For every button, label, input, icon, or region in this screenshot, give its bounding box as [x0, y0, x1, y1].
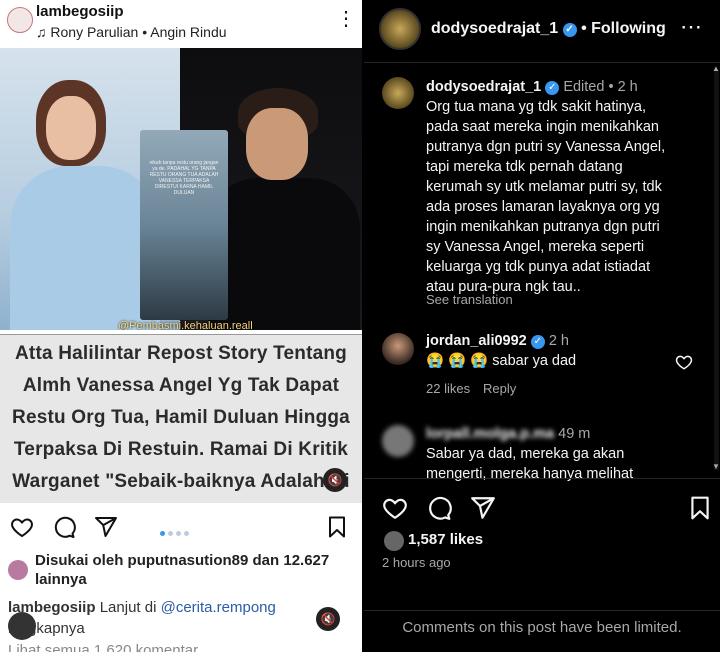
post-header: dodysoedrajat_1 ✓ • Following ⋯ — [364, 0, 720, 63]
view-all-comments[interactable]: Lihat semua 1.620 komentar — [8, 642, 198, 652]
story-text: nikah tanpa restu orang jangan ya de. PA… — [149, 160, 219, 196]
avatar[interactable] — [382, 77, 414, 109]
comment-line: keluarga yg tdk punya adat istiadat — [426, 259, 651, 275]
headline-line: Restu Org Tua, Hamil Duluan Hingga — [12, 407, 350, 428]
scroll-down-arrow-icon[interactable]: ▼ — [712, 462, 720, 471]
carousel-dots — [160, 523, 192, 541]
reply-username[interactable]: jordan_ali0992 — [426, 333, 527, 349]
mute-icon[interactable]: 🔇 — [323, 468, 347, 492]
comments-scrollbar[interactable] — [714, 70, 719, 470]
liker-avatar[interactable] — [8, 560, 28, 580]
story-screenshot — [140, 130, 228, 320]
divider — [364, 478, 720, 479]
post-image[interactable]: nikah tanpa restu orang jangan ya de. PA… — [0, 48, 362, 330]
comment-line: Org tua mana yg tdk sakit hatinya, — [426, 99, 647, 115]
comment-line: kerumah sy utk melamar putri sy, tdk — [426, 179, 662, 195]
reply-time: 49 m — [558, 426, 591, 442]
comment-like-heart-icon[interactable] — [675, 353, 693, 371]
avatar[interactable] — [7, 7, 33, 33]
reply-line: mengerti, mereka hanya melihat — [426, 466, 634, 482]
reply-line: Sabar ya dad, mereka ga akan — [426, 446, 625, 462]
carousel-dot — [184, 531, 189, 536]
more-options-icon[interactable]: ⋮ — [336, 6, 356, 31]
carousel-dot-active — [160, 531, 165, 536]
woman-figure-body — [10, 166, 160, 330]
verified-badge-icon: ✓ — [530, 335, 545, 349]
comment-line: ada proses lamaran layaknya org yg — [426, 199, 660, 215]
post-username[interactable]: lambegosiip — [36, 3, 124, 20]
carousel-dot — [176, 531, 181, 536]
music-label[interactable]: ♫ Rony Parulian • Angin Rindu — [36, 24, 227, 40]
comment-line: putranya dgn putri sy Vanessa Angel, — [426, 139, 666, 155]
caption-text: Lanjut di — [99, 599, 157, 616]
headline-line: Warganet "Sebaik-baiknya Adalah Di — [12, 471, 350, 492]
left-instagram-post: lambegosiip ♫ Rony Parulian • Angin Rind… — [0, 0, 362, 652]
comment-icon[interactable] — [52, 515, 76, 539]
comment-line: ingin menikahkan putranya dgn putri — [426, 219, 660, 235]
avatar[interactable] — [382, 333, 414, 365]
mute-icon[interactable]: 🔇 — [316, 607, 340, 631]
caption-mention-link[interactable]: @cerita.rempong — [161, 599, 276, 616]
liker-avatar[interactable] — [384, 531, 404, 551]
comment-line: sy Vanessa Angel, mereka seperti — [426, 239, 645, 255]
edited-label: Edited — [563, 79, 605, 95]
comment-icon[interactable] — [426, 495, 452, 521]
reply-emojis: 😭 😭 😭 — [426, 353, 489, 369]
likes-count[interactable]: 1,587 likes — [408, 531, 483, 548]
post-time: 2 hours ago — [382, 555, 451, 570]
image-watermark: @Pembasmi.kehaluan.reall — [118, 320, 253, 330]
comments-limited-bar: Comments on this post have been limited. — [364, 610, 720, 652]
see-translation-link[interactable]: See translation — [426, 292, 513, 307]
reply-text: sabar ya dad — [492, 353, 577, 369]
comments-limited-text: Comments on this post have been limited. — [402, 619, 682, 636]
reply-time: 2 h — [548, 333, 569, 349]
following-button[interactable]: Following — [591, 20, 666, 37]
caption: lambegosiip Lanjut di @cerita.rempong le… — [8, 597, 353, 639]
music-note-icon: ♫ — [36, 24, 47, 40]
header-user: dodysoedrajat_1 ✓ • Following — [431, 20, 666, 38]
reply-likes[interactable]: 22 likes — [426, 381, 470, 396]
headline-line: Atta Halilintar Repost Story Tentang — [15, 343, 347, 364]
reply-button[interactable]: Reply — [483, 381, 516, 396]
profile-circle-icon[interactable] — [8, 612, 36, 640]
main-comment: dodysoedrajat_1 ✓ Edited • 2 h Org tua m… — [426, 77, 711, 297]
man-figure-body — [208, 178, 360, 330]
music-title: Rony Parulian • Angin Rindu — [50, 24, 227, 40]
share-icon[interactable] — [470, 495, 496, 521]
scroll-up-arrow-icon[interactable]: ▲ — [712, 64, 720, 73]
right-instagram-post: dodysoedrajat_1 ✓ • Following ⋯ dodysoed… — [364, 0, 720, 652]
carousel-dot — [168, 531, 173, 536]
avatar[interactable] — [382, 425, 414, 457]
reply-username[interactable]: lorpall.molga.p.ma — [426, 426, 554, 442]
like-heart-icon[interactable] — [382, 495, 408, 521]
share-icon[interactable] — [94, 515, 118, 539]
like-heart-icon[interactable] — [10, 515, 34, 539]
comment-time: 2 h — [617, 79, 638, 95]
separator-dot: • — [581, 20, 587, 37]
comment-username[interactable]: dodysoedrajat_1 — [426, 79, 541, 95]
separator-dot: • — [608, 79, 614, 95]
comment-line: pada saat mereka ingin menikahkan — [426, 119, 659, 135]
verified-badge-icon: ✓ — [545, 81, 560, 95]
more-options-icon[interactable]: ⋯ — [680, 14, 702, 40]
verified-badge-icon: ✓ — [562, 23, 577, 37]
reply-comment: jordan_ali0992 ✓ 2 h 😭 😭 😭 sabar ya dad — [426, 331, 696, 371]
avatar[interactable] — [379, 8, 421, 50]
headline-line: Terpaksa Di Restuin. Ramai Di Kritik — [13, 439, 349, 460]
man-figure-face — [246, 108, 308, 180]
woman-figure-face — [46, 96, 96, 160]
headline-line: Almh Vanessa Angel Yg Tak Dapat — [22, 375, 340, 396]
likes-text[interactable]: Disukai oleh puputnasution89 dan 12.627 … — [35, 551, 355, 589]
bookmark-icon[interactable] — [687, 495, 713, 521]
reply-comment: lorpall.molga.p.ma 49 m Sabar ya dad, me… — [426, 424, 706, 484]
comment-line: tapi mereka tdk pernah datang — [426, 159, 623, 175]
headline-box: Atta Halilintar Repost Story Tentang Alm… — [0, 334, 362, 503]
header-username[interactable]: dodysoedrajat_1 — [431, 20, 558, 37]
bookmark-icon[interactable] — [325, 515, 349, 539]
